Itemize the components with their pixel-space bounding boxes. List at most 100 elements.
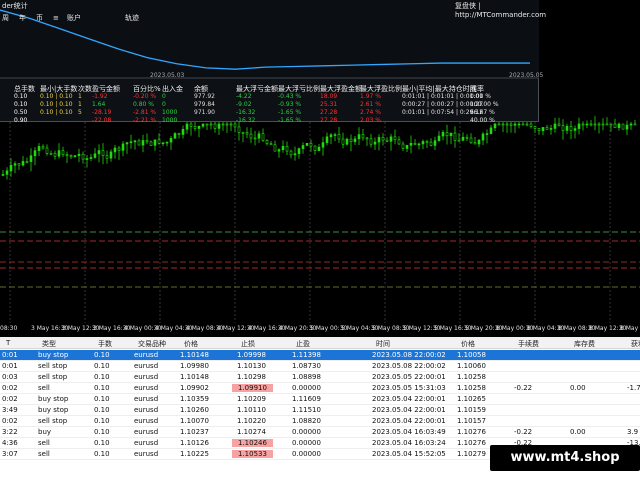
table-cell: 1.10110: [237, 406, 266, 414]
candle-body: [25, 161, 29, 163]
stat-cell: 2.61 %: [360, 101, 381, 108]
candle-body: [201, 123, 205, 127]
candle-body: [629, 123, 633, 126]
candle-body: [533, 126, 537, 129]
table-cell: 1.10070: [180, 417, 209, 425]
candle-body: [221, 123, 225, 126]
candle-body: [477, 139, 481, 145]
candle-body: [557, 123, 561, 126]
candle-body: [81, 153, 85, 160]
candle-body: [305, 142, 309, 146]
table-row[interactable]: 0:01 buy stop 0.10 eurusd 1.10148 1.09998 1.11…: [0, 350, 640, 361]
candle-body: [137, 140, 141, 146]
candle-body: [509, 123, 513, 126]
table-row[interactable]: 0:02 buy stop 0.10 eurusd 1.10359 1.10209 1.11…: [0, 394, 640, 405]
candle-body: [605, 123, 609, 126]
table-cell: 1.10126: [180, 439, 209, 447]
candle-body: [513, 123, 517, 126]
table-cell: 3:49: [2, 406, 18, 414]
table-row[interactable]: 3:22 buy 0.10 eurusd 1.10237 1.10274 0.00000 20…: [0, 427, 640, 438]
table-cell: 0.10: [94, 428, 110, 436]
panel-menu-0[interactable]: 周: [2, 14, 9, 23]
candle-body: [357, 134, 361, 140]
table-cell: 0.10: [94, 417, 110, 425]
table-cell: 1.10225: [180, 450, 209, 458]
panel-menu-1[interactable]: 年: [19, 14, 26, 23]
stat-cell: 0.10 | 0.10: [40, 93, 73, 100]
panel-menu-2[interactable]: 币: [36, 14, 43, 23]
table-cell: 1.10533: [232, 450, 273, 458]
candle-body: [541, 127, 545, 132]
stat-cell: 1: [78, 101, 82, 108]
candle-body: [17, 163, 21, 166]
panel-menu-4[interactable]: 账户: [67, 14, 81, 23]
table-row[interactable]: 0:02 sell stop 0.10 eurusd 1.10070 1.10220 1.0…: [0, 416, 640, 427]
table-row[interactable]: 0:03 sell stop 0.10 eurusd 1.10148 1.10298 1.0…: [0, 372, 640, 383]
candle-body: [253, 137, 257, 140]
candle-body: [625, 124, 629, 130]
candle-body: [453, 132, 457, 141]
table-row[interactable]: 0:01 sell stop 0.10 eurusd 1.09980 1.10130 1.0…: [0, 361, 640, 372]
table-cell: 0.00: [570, 384, 586, 392]
table-cell: eurusd: [134, 384, 159, 392]
candle-body: [293, 153, 297, 156]
column-header[interactable]: 手续费: [518, 339, 539, 349]
table-cell: 2023.05.04 22:00:01: [372, 406, 446, 414]
table-row[interactable]: 3:49 buy stop 0.10 eurusd 1.10260 1.10110 1.11…: [0, 405, 640, 416]
column-header[interactable]: 交易品种: [138, 339, 166, 349]
table-cell: 1.10058: [457, 351, 486, 359]
panel-menu-5[interactable]: 轨迹: [125, 14, 139, 23]
candle-body: [213, 123, 217, 129]
column-header[interactable]: 价格: [184, 339, 198, 349]
column-header[interactable]: 价格: [461, 339, 475, 349]
candle-body: [425, 141, 429, 143]
stat-cell: 0.80 %: [133, 101, 154, 108]
table-cell: 1.10060: [457, 362, 486, 370]
table-cell: 0.00000: [292, 450, 321, 458]
table-cell: 2023.05.08 22:00:02: [372, 351, 446, 359]
candle-body: [409, 142, 413, 146]
column-header[interactable]: 止盈: [296, 339, 310, 349]
time-axis-label: 8 May 16:30: [620, 325, 640, 332]
table-cell: 4:36: [2, 439, 18, 447]
column-header[interactable]: 止损: [241, 339, 255, 349]
candle-body: [309, 142, 313, 147]
table-cell: sell stop: [38, 362, 68, 370]
candle-body: [209, 123, 213, 126]
column-header[interactable]: 类型: [42, 339, 56, 349]
column-header[interactable]: T: [6, 339, 10, 347]
candle-body: [33, 150, 37, 157]
table-cell: -0.22: [514, 384, 533, 392]
stat-cell: -22.08: [92, 117, 112, 124]
table-cell: eurusd: [134, 450, 159, 458]
candle-body: [145, 140, 149, 143]
candle-body: [237, 126, 241, 133]
table-cell: 0:01: [2, 351, 18, 359]
candle-body: [21, 161, 25, 166]
panel-menu-3[interactable]: ≡: [53, 14, 59, 23]
candle-body: [389, 136, 393, 142]
table-row[interactable]: 0:02 sell 0.10 eurusd 1.09902 1.09910 0.00000 2…: [0, 383, 640, 394]
table-cell: sell: [38, 450, 50, 458]
candle-body: [553, 123, 557, 129]
column-header[interactable]: 时间: [376, 339, 390, 349]
table-cell: 1.11609: [292, 395, 321, 403]
candle-body: [485, 133, 489, 135]
candle-body: [365, 137, 369, 140]
panel-title: der统计: [2, 2, 28, 10]
table-cell: buy: [38, 428, 52, 436]
stat-cell: -9.02: [236, 101, 252, 108]
candle-body: [445, 132, 449, 137]
stat-cell: 40.00 %: [470, 117, 495, 124]
column-header[interactable]: 获利: [631, 339, 640, 349]
stat-cell: -0.20 %: [133, 93, 157, 100]
candle-body: [549, 128, 553, 130]
column-header[interactable]: 库存费: [574, 339, 595, 349]
table-cell: 1.10130: [237, 362, 266, 370]
table-cell: 1.10157: [457, 417, 486, 425]
candle-body: [441, 132, 445, 137]
table-cell: 1.08898: [292, 373, 321, 381]
watermark: www.mt4.shop: [490, 445, 640, 471]
column-header[interactable]: 手数: [98, 339, 112, 349]
candle-body: [161, 142, 165, 145]
